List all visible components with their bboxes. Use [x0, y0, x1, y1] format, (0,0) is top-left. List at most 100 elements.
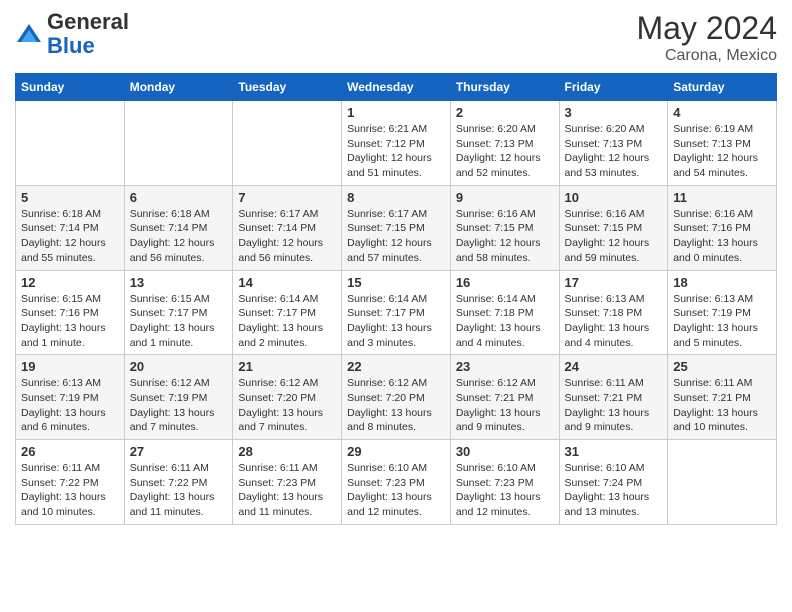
day-info: Sunrise: 6:11 AM Sunset: 7:22 PM Dayligh… — [130, 461, 228, 520]
day-number: 14 — [238, 275, 336, 290]
day-number: 22 — [347, 359, 445, 374]
calendar-cell: 2 Sunrise: 6:20 AM Sunset: 7:13 PM Daylig… — [450, 101, 559, 186]
logo-blue: Blue — [47, 33, 95, 58]
day-number: 12 — [21, 275, 119, 290]
day-info: Sunrise: 6:12 AM Sunset: 7:19 PM Dayligh… — [130, 376, 228, 435]
day-info: Sunrise: 6:10 AM Sunset: 7:23 PM Dayligh… — [347, 461, 445, 520]
calendar-cell: 1 Sunrise: 6:21 AM Sunset: 7:12 PM Daylig… — [342, 101, 451, 186]
title-block: May 2024 Carona, Mexico — [636, 10, 777, 65]
col-header-monday: Monday — [124, 74, 233, 101]
calendar-week-row: 26 Sunrise: 6:11 AM Sunset: 7:22 PM Dayli… — [16, 440, 777, 525]
calendar-cell: 7 Sunrise: 6:17 AM Sunset: 7:14 PM Daylig… — [233, 185, 342, 270]
day-number: 7 — [238, 190, 336, 205]
day-info: Sunrise: 6:10 AM Sunset: 7:23 PM Dayligh… — [456, 461, 554, 520]
day-info: Sunrise: 6:10 AM Sunset: 7:24 PM Dayligh… — [565, 461, 663, 520]
day-number: 28 — [238, 444, 336, 459]
day-number: 4 — [673, 105, 771, 120]
day-info: Sunrise: 6:20 AM Sunset: 7:13 PM Dayligh… — [565, 122, 663, 181]
calendar-cell: 20Sunrise: 6:12 AM Sunset: 7:19 PM Dayli… — [124, 355, 233, 440]
calendar-cell: 16 Sunrise: 6:14 AM Sunset: 7:18 PM Dayli… — [450, 270, 559, 355]
day-info: Sunrise: 6:13 AM Sunset: 7:18 PM Dayligh… — [565, 292, 663, 351]
day-number: 18 — [673, 275, 771, 290]
day-number: 5 — [21, 190, 119, 205]
logo-text: General Blue — [47, 10, 129, 58]
day-number: 6 — [130, 190, 228, 205]
page-header: General Blue May 2024 Carona, Mexico — [15, 10, 777, 65]
calendar-cell: 11 Sunrise: 6:16 AM Sunset: 7:16 PM Dayli… — [668, 185, 777, 270]
calendar-cell: 3 Sunrise: 6:20 AM Sunset: 7:13 PM Daylig… — [559, 101, 668, 186]
day-info: Sunrise: 6:13 AM Sunset: 7:19 PM Dayligh… — [21, 376, 119, 435]
col-header-tuesday: Tuesday — [233, 74, 342, 101]
logo-general: General — [47, 9, 129, 34]
col-header-friday: Friday — [559, 74, 668, 101]
day-number: 2 — [456, 105, 554, 120]
day-number: 24 — [565, 359, 663, 374]
day-info: Sunrise: 6:11 AM Sunset: 7:21 PM Dayligh… — [673, 376, 771, 435]
day-info: Sunrise: 6:16 AM Sunset: 7:16 PM Dayligh… — [673, 207, 771, 266]
day-number: 26 — [21, 444, 119, 459]
day-info: Sunrise: 6:14 AM Sunset: 7:18 PM Dayligh… — [456, 292, 554, 351]
col-header-wednesday: Wednesday — [342, 74, 451, 101]
calendar-cell: 13Sunrise: 6:15 AM Sunset: 7:17 PM Dayli… — [124, 270, 233, 355]
calendar-cell: 27 Sunrise: 6:11 AM Sunset: 7:22 PM Dayli… — [124, 440, 233, 525]
calendar-cell: 30 Sunrise: 6:10 AM Sunset: 7:23 PM Dayli… — [450, 440, 559, 525]
calendar-cell: 31 Sunrise: 6:10 AM Sunset: 7:24 PM Dayli… — [559, 440, 668, 525]
day-info: Sunrise: 6:21 AM Sunset: 7:12 PM Dayligh… — [347, 122, 445, 181]
day-info: Sunrise: 6:14 AM Sunset: 7:17 PM Dayligh… — [238, 292, 336, 351]
calendar-cell — [233, 101, 342, 186]
day-info: Sunrise: 6:11 AM Sunset: 7:22 PM Dayligh… — [21, 461, 119, 520]
calendar-cell — [124, 101, 233, 186]
day-info: Sunrise: 6:18 AM Sunset: 7:14 PM Dayligh… — [21, 207, 119, 266]
calendar-cell: 10Sunrise: 6:16 AM Sunset: 7:15 PM Dayli… — [559, 185, 668, 270]
day-info: Sunrise: 6:17 AM Sunset: 7:14 PM Dayligh… — [238, 207, 336, 266]
calendar-cell: 24 Sunrise: 6:11 AM Sunset: 7:21 PM Dayli… — [559, 355, 668, 440]
day-info: Sunrise: 6:20 AM Sunset: 7:13 PM Dayligh… — [456, 122, 554, 181]
day-info: Sunrise: 6:19 AM Sunset: 7:13 PM Dayligh… — [673, 122, 771, 181]
col-header-thursday: Thursday — [450, 74, 559, 101]
day-info: Sunrise: 6:17 AM Sunset: 7:15 PM Dayligh… — [347, 207, 445, 266]
calendar-cell: 4 Sunrise: 6:19 AM Sunset: 7:13 PM Daylig… — [668, 101, 777, 186]
day-number: 8 — [347, 190, 445, 205]
calendar-cell: 26 Sunrise: 6:11 AM Sunset: 7:22 PM Dayli… — [16, 440, 125, 525]
day-number: 9 — [456, 190, 554, 205]
calendar-header-row: SundayMondayTuesdayWednesdayThursdayFrid… — [16, 74, 777, 101]
day-number: 16 — [456, 275, 554, 290]
calendar-cell: 29 Sunrise: 6:10 AM Sunset: 7:23 PM Dayli… — [342, 440, 451, 525]
calendar-week-row: 12 Sunrise: 6:15 AM Sunset: 7:16 PM Dayli… — [16, 270, 777, 355]
day-info: Sunrise: 6:14 AM Sunset: 7:17 PM Dayligh… — [347, 292, 445, 351]
day-number: 17 — [565, 275, 663, 290]
day-number: 29 — [347, 444, 445, 459]
location-title: Carona, Mexico — [636, 47, 777, 65]
day-info: Sunrise: 6:12 AM Sunset: 7:20 PM Dayligh… — [347, 376, 445, 435]
day-number: 1 — [347, 105, 445, 120]
day-info: Sunrise: 6:11 AM Sunset: 7:21 PM Dayligh… — [565, 376, 663, 435]
day-number: 15 — [347, 275, 445, 290]
day-info: Sunrise: 6:16 AM Sunset: 7:15 PM Dayligh… — [456, 207, 554, 266]
calendar-week-row: 19 Sunrise: 6:13 AM Sunset: 7:19 PM Dayli… — [16, 355, 777, 440]
day-number: 30 — [456, 444, 554, 459]
day-number: 27 — [130, 444, 228, 459]
logo-icon — [15, 20, 43, 48]
day-number: 21 — [238, 359, 336, 374]
day-number: 19 — [21, 359, 119, 374]
day-info: Sunrise: 6:15 AM Sunset: 7:16 PM Dayligh… — [21, 292, 119, 351]
logo: General Blue — [15, 10, 129, 58]
calendar-cell: 18 Sunrise: 6:13 AM Sunset: 7:19 PM Dayli… — [668, 270, 777, 355]
col-header-saturday: Saturday — [668, 74, 777, 101]
calendar-cell: 17 Sunrise: 6:13 AM Sunset: 7:18 PM Dayli… — [559, 270, 668, 355]
day-number: 3 — [565, 105, 663, 120]
day-info: Sunrise: 6:12 AM Sunset: 7:21 PM Dayligh… — [456, 376, 554, 435]
calendar-cell — [668, 440, 777, 525]
month-title: May 2024 — [636, 10, 777, 47]
calendar-cell: 25Sunrise: 6:11 AM Sunset: 7:21 PM Dayli… — [668, 355, 777, 440]
calendar-cell: 19 Sunrise: 6:13 AM Sunset: 7:19 PM Dayli… — [16, 355, 125, 440]
calendar-cell: 8 Sunrise: 6:17 AM Sunset: 7:15 PM Daylig… — [342, 185, 451, 270]
calendar-cell — [16, 101, 125, 186]
day-info: Sunrise: 6:16 AM Sunset: 7:15 PM Dayligh… — [565, 207, 663, 266]
calendar-cell: 12 Sunrise: 6:15 AM Sunset: 7:16 PM Dayli… — [16, 270, 125, 355]
col-header-sunday: Sunday — [16, 74, 125, 101]
day-info: Sunrise: 6:18 AM Sunset: 7:14 PM Dayligh… — [130, 207, 228, 266]
day-number: 31 — [565, 444, 663, 459]
day-number: 11 — [673, 190, 771, 205]
day-info: Sunrise: 6:13 AM Sunset: 7:19 PM Dayligh… — [673, 292, 771, 351]
